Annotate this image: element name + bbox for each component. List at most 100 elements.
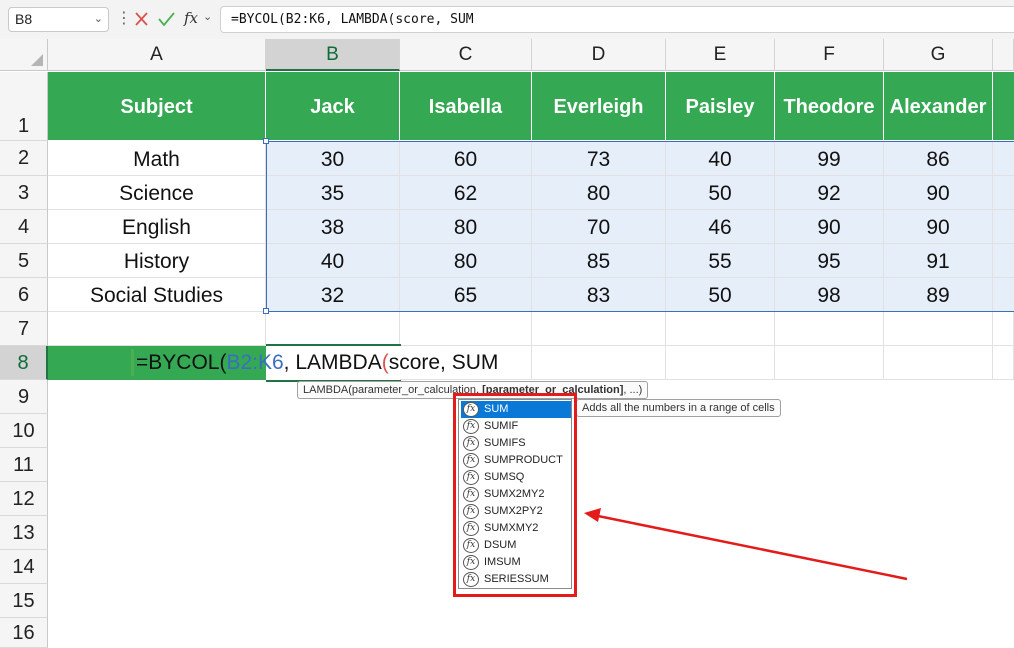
table-header-cell[interactable]: Theodore (775, 72, 884, 140)
row-header-13[interactable]: 13 (0, 516, 48, 550)
autocomplete-item-sumx2py2[interactable]: fx SUMX2PY2 (461, 503, 571, 520)
autocomplete-item-sumx2my2[interactable]: fx SUMX2MY2 (461, 486, 571, 503)
empty-cell[interactable] (884, 380, 993, 414)
row-header-3[interactable]: 3 (0, 176, 48, 210)
score-cell[interactable]: 80 (400, 210, 532, 244)
score-cell[interactable]: 55 (666, 244, 775, 278)
empty-cell[interactable] (775, 346, 884, 380)
score-cell[interactable]: 62 (400, 176, 532, 210)
row-header-4[interactable]: 4 (0, 210, 48, 244)
empty-cell[interactable] (775, 482, 884, 516)
empty-cell[interactable] (666, 550, 775, 584)
score-cell[interactable] (993, 244, 1014, 278)
select-all-corner[interactable] (0, 39, 48, 71)
table-header-cell[interactable]: Paisley (666, 72, 775, 140)
autocomplete-item-sumxmy2[interactable]: fx SUMXMY2 (461, 520, 571, 537)
score-cell[interactable]: 40 (266, 244, 400, 278)
row-header-5[interactable]: 5 (0, 244, 48, 278)
empty-cell[interactable] (884, 584, 993, 618)
empty-cell[interactable] (266, 584, 400, 618)
empty-cell[interactable] (666, 482, 775, 516)
empty-cell[interactable] (993, 482, 1014, 516)
empty-cell[interactable] (48, 516, 266, 550)
row-header-1[interactable]: 1 (0, 72, 48, 141)
score-cell[interactable]: 38 (266, 210, 400, 244)
autocomplete-item-seriessum[interactable]: fx SERIESSUM (461, 571, 571, 588)
empty-cell[interactable] (48, 550, 266, 584)
score-cell[interactable]: 35 (266, 176, 400, 210)
column-header-g[interactable]: G (884, 39, 993, 71)
insert-function-icon[interactable]: fx (184, 8, 198, 28)
table-header-cell[interactable]: Subject (48, 72, 266, 140)
row-header-2[interactable]: 2 (0, 141, 48, 176)
empty-cell[interactable] (666, 618, 775, 648)
empty-cell[interactable] (775, 312, 884, 346)
empty-cell[interactable] (48, 414, 266, 448)
empty-cell[interactable] (993, 448, 1014, 482)
chevron-down-icon[interactable]: ⌄ (203, 10, 212, 23)
empty-cell[interactable] (532, 346, 666, 380)
score-cell[interactable] (993, 278, 1014, 312)
column-header-e[interactable]: E (666, 39, 775, 71)
empty-cell[interactable] (532, 618, 666, 648)
column-header-b[interactable]: B (266, 39, 400, 71)
empty-cell[interactable] (666, 516, 775, 550)
score-cell[interactable]: 99 (775, 141, 884, 176)
score-cell[interactable]: 65 (400, 278, 532, 312)
autocomplete-item-imsum[interactable]: fx IMSUM (461, 554, 571, 571)
empty-cell[interactable] (993, 584, 1014, 618)
empty-cell[interactable] (775, 618, 884, 648)
empty-cell[interactable] (666, 346, 775, 380)
empty-cell[interactable] (775, 414, 884, 448)
empty-cell[interactable] (884, 312, 993, 346)
score-cell[interactable]: 73 (532, 141, 666, 176)
score-cell[interactable]: 40 (666, 141, 775, 176)
empty-cell[interactable] (266, 618, 400, 648)
table-header-cell[interactable]: Everleigh (532, 72, 666, 140)
empty-cell[interactable] (48, 448, 266, 482)
row-header-10[interactable]: 10 (0, 414, 48, 448)
score-cell[interactable]: 90 (775, 210, 884, 244)
score-cell[interactable]: 80 (400, 244, 532, 278)
empty-cell[interactable] (400, 618, 532, 648)
empty-cell[interactable] (993, 550, 1014, 584)
subject-cell[interactable]: History (48, 244, 266, 278)
subject-cell[interactable]: Math (48, 141, 266, 176)
score-cell[interactable]: 50 (666, 278, 775, 312)
tooltip-bold-arg[interactable]: [parameter_or_calculation] (482, 384, 623, 396)
score-cell[interactable]: 50 (666, 176, 775, 210)
row-header-8[interactable]: 8 (0, 346, 48, 380)
score-cell[interactable] (993, 141, 1014, 176)
empty-cell[interactable] (775, 516, 884, 550)
score-cell[interactable]: 95 (775, 244, 884, 278)
row-header-12[interactable]: 12 (0, 482, 48, 516)
score-cell[interactable]: 85 (532, 244, 666, 278)
score-cell[interactable]: 92 (775, 176, 884, 210)
empty-cell[interactable] (266, 516, 400, 550)
score-cell[interactable]: 46 (666, 210, 775, 244)
score-cell[interactable] (993, 176, 1014, 210)
cancel-icon[interactable] (133, 6, 151, 32)
score-cell[interactable]: 86 (884, 141, 993, 176)
score-cell[interactable]: 80 (532, 176, 666, 210)
score-cell[interactable]: 89 (884, 278, 993, 312)
empty-cell[interactable] (775, 380, 884, 414)
empty-cell[interactable] (266, 550, 400, 584)
autocomplete-item-sum[interactable]: fx SUM (461, 401, 571, 418)
column-header-d[interactable]: D (532, 39, 666, 71)
empty-cell[interactable] (993, 312, 1014, 346)
empty-cell[interactable] (48, 380, 266, 414)
empty-cell[interactable] (884, 516, 993, 550)
score-cell[interactable]: 90 (884, 176, 993, 210)
empty-cell[interactable] (666, 448, 775, 482)
autocomplete-item-sumsq[interactable]: fx SUMSQ (461, 469, 571, 486)
table-header-cell[interactable]: Jack (266, 72, 400, 140)
empty-cell[interactable] (993, 414, 1014, 448)
autocomplete-item-sumif[interactable]: fx SUMIF (461, 418, 571, 435)
empty-cell[interactable] (775, 584, 884, 618)
empty-cell[interactable] (48, 482, 266, 516)
empty-cell[interactable] (266, 448, 400, 482)
empty-cell[interactable] (884, 346, 993, 380)
column-header-c[interactable]: C (400, 39, 532, 71)
empty-cell[interactable] (993, 346, 1014, 380)
